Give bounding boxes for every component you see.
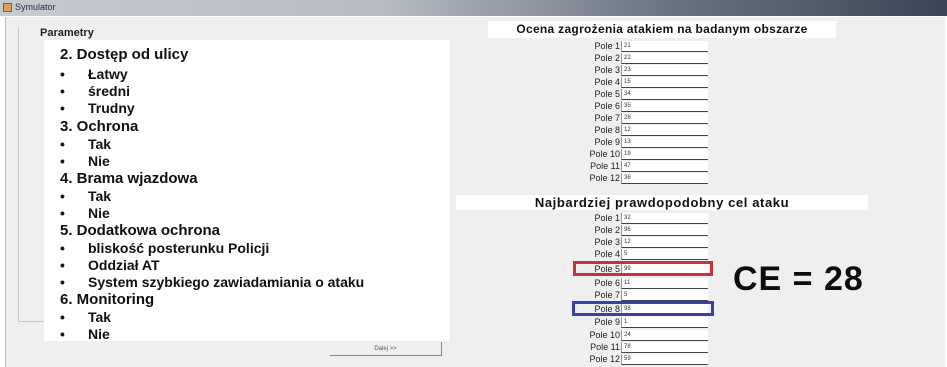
threat-field-row: Pole 8 12 [540, 125, 740, 136]
field-input[interactable]: 26 [621, 113, 708, 124]
threat-field-row: Pole 10 19 [540, 149, 740, 160]
field-input[interactable]: 5 [621, 290, 708, 301]
field-label: Pole 3 [594, 65, 620, 75]
target-field-row: Pole 3 12 [540, 237, 740, 248]
field-input[interactable]: 23 [621, 65, 708, 76]
option-item: bliskość posterunku Policji [60, 240, 269, 256]
threat-field-row: Pole 1 21 [540, 41, 740, 52]
section-heading: 6. Monitoring [60, 291, 155, 308]
field-input[interactable]: 78 [621, 342, 708, 353]
field-input[interactable]: 21 [621, 41, 708, 52]
parameters-panel: 2. Dostęp od ulicy Łatwy średni Trudny 3… [44, 40, 450, 342]
target-field-row: Pole 6 11 [540, 278, 740, 289]
field-label: Pole 6 [594, 101, 620, 111]
ce-result-label: CE = 28 [733, 260, 864, 298]
option-item: Nie [60, 326, 110, 342]
window-title: Symulator [15, 2, 56, 12]
field-label: Pole 12 [589, 173, 620, 183]
field-input[interactable]: 1 [621, 317, 708, 328]
field-input[interactable]: 35 [621, 101, 708, 112]
field-input[interactable]: 5 [621, 249, 708, 260]
field-label: Pole 4 [594, 77, 620, 87]
option-item: Nie [60, 153, 110, 169]
target-field-row: Pole 1 32 [540, 213, 740, 224]
field-label: Pole 8 [594, 125, 620, 135]
app-icon [3, 3, 12, 12]
target-field-row: Pole 75 [540, 290, 740, 301]
field-input[interactable]: 12 [621, 237, 708, 248]
threat-field-row: Pole 3 23 [540, 65, 740, 76]
threat-field-row: Pole 5 34 [540, 89, 740, 100]
field-input[interactable]: 34 [621, 89, 708, 100]
target-field-row: Pole 10 24 [540, 330, 740, 341]
field-input[interactable]: 36 [621, 173, 708, 184]
section-heading: 5. Dodatkowa ochrona [60, 222, 221, 239]
field-label: Pole 5 [594, 89, 620, 99]
highlight-blue-box [572, 301, 714, 316]
field-input[interactable]: 47 [621, 161, 708, 172]
section-heading: 4. Brama wjazdowa [60, 170, 198, 187]
field-input[interactable]: 24 [621, 330, 708, 341]
field-label: Pole 3 [594, 237, 620, 247]
option-item: Nie [60, 205, 110, 221]
target-field-row: Pole 12 59 [540, 354, 740, 365]
target-field-row: Pole 45 [540, 249, 740, 260]
field-input[interactable]: 59 [621, 354, 708, 365]
option-item: Oddział AT [60, 257, 160, 273]
field-input[interactable]: 13 [621, 137, 708, 148]
option-item: Tak [60, 309, 111, 325]
target-field-row: Pole 91 [540, 317, 740, 328]
field-label: Pole 2 [594, 225, 620, 235]
field-label: Pole 7 [594, 290, 620, 300]
title-bar: Symulator [0, 0, 947, 16]
threat-assessment-title: Ocena zagrożenia atakiem na badanym obsz… [488, 21, 836, 38]
section-heading: 3. Ochrona [60, 118, 139, 135]
likely-target-title: Najbardziej prawdopodobny cel ataku [456, 195, 868, 210]
option-item: Trudny [60, 100, 135, 116]
highlight-red-box [573, 261, 713, 276]
field-label: Pole 11 [590, 161, 620, 171]
field-input[interactable]: 22 [621, 53, 708, 64]
field-label: Pole 10 [589, 149, 620, 159]
field-label: Pole 9 [594, 317, 620, 327]
next-button[interactable]: Dalej >> [330, 342, 442, 356]
field-input[interactable]: 12 [621, 125, 708, 136]
threat-field-row: Pole 9 13 [540, 137, 740, 148]
field-input[interactable]: 11 [621, 278, 708, 289]
field-label: Pole 2 [594, 53, 620, 63]
field-label: Pole 10 [589, 330, 620, 340]
option-item: średni [60, 83, 130, 99]
target-field-row: Pole 11 78 [540, 342, 740, 353]
field-input[interactable]: 19 [621, 149, 708, 160]
threat-field-row: Pole 12 36 [540, 173, 740, 184]
section-heading: 2. Dostęp od ulicy [60, 46, 189, 63]
target-field-row: Pole 2 96 [540, 225, 740, 236]
field-label: Pole 6 [594, 278, 620, 288]
field-label: Pole 7 [594, 113, 620, 123]
field-label: Pole 12 [589, 354, 620, 364]
threat-field-row: Pole 6 35 [540, 101, 740, 112]
threat-field-row: Pole 11 47 [540, 161, 740, 172]
field-input[interactable]: 96 [621, 225, 708, 236]
option-item: Tak [60, 188, 111, 204]
field-label: Pole 4 [594, 249, 620, 259]
option-item: Tak [60, 136, 111, 152]
option-item: System szybkiego zawiadamiania o ataku [60, 274, 364, 290]
field-input[interactable]: 32 [621, 213, 708, 224]
field-label: Pole 11 [590, 342, 620, 352]
threat-field-row: Pole 7 26 [540, 113, 740, 124]
parameters-group-title: Parametry [40, 27, 94, 39]
option-item: Łatwy [60, 66, 128, 82]
field-label: Pole 1 [594, 213, 620, 223]
field-label: Pole 1 [594, 41, 620, 51]
field-input[interactable]: 15 [621, 77, 708, 88]
field-label: Pole 9 [594, 137, 620, 147]
threat-field-row: Pole 2 22 [540, 53, 740, 64]
threat-field-row: Pole 4 15 [540, 77, 740, 88]
